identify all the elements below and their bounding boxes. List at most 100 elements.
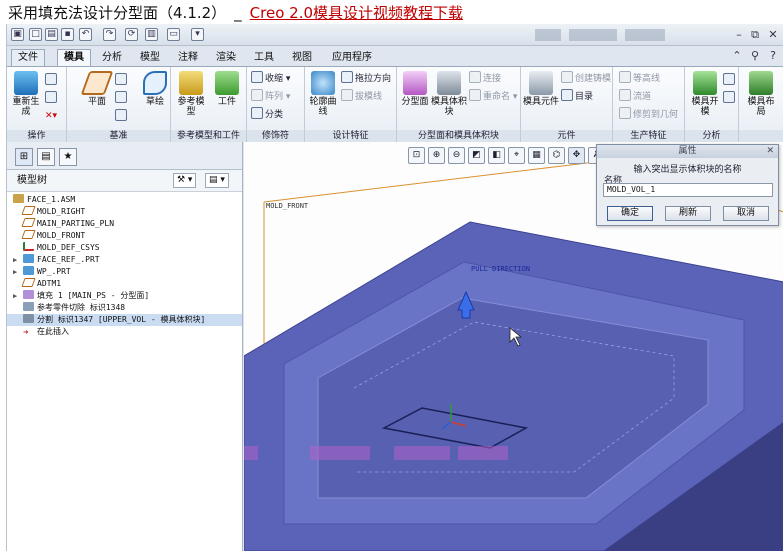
minimize-ribbon-icon[interactable]: ⌃ — [729, 48, 745, 63]
spin-center-icon[interactable]: ✥ — [568, 147, 585, 164]
copy-icon[interactable] — [45, 73, 59, 88]
customize-toolbar-icon[interactable]: ▾ — [191, 28, 204, 41]
ok-button[interactable]: 确定 — [607, 206, 653, 221]
refresh-button[interactable]: 刷新 — [665, 206, 711, 221]
csys-icon — [23, 242, 34, 251]
tree-item-mold-def-csys[interactable]: MOLD_DEF_CSYS — [7, 242, 242, 254]
view-manager-icon[interactable]: ▦ — [528, 147, 545, 164]
classify-button[interactable]: 分类 — [251, 107, 283, 122]
minimize-icon[interactable]: – — [731, 27, 747, 42]
tab-mold[interactable]: 模具 — [57, 49, 91, 66]
regenerate-icon[interactable]: ⟳ — [125, 28, 138, 41]
open-file-icon[interactable]: ▤ — [45, 28, 58, 41]
reference-model-button[interactable]: 参考模型 — [175, 69, 207, 125]
repaint-icon[interactable]: ◩ — [468, 147, 485, 164]
favorites-tab-icon[interactable]: ★ — [59, 148, 77, 166]
trim-to-geometry-button[interactable]: 修剪到几何 — [619, 107, 678, 122]
point-icon[interactable] — [115, 91, 129, 106]
tab-tools[interactable]: 工具 — [247, 49, 281, 66]
save-icon[interactable]: ▪ — [61, 28, 74, 41]
tree-item-main-parting-pln[interactable]: MAIN_PARTING_PLN — [7, 218, 242, 230]
help-icon[interactable]: ? — [765, 48, 781, 63]
rename-button[interactable]: 重命名 ▾ — [469, 89, 517, 104]
parting-surface-button[interactable]: 分型面 — [399, 69, 431, 125]
tree-item-insert-here[interactable]: ➜ 在此插入 — [7, 326, 242, 338]
blurred-title — [625, 29, 665, 41]
group-reference-model: 参考模型 工件 参考模型和工件 — [171, 67, 247, 143]
plane-button[interactable]: 平面 — [80, 69, 114, 125]
catalog-label: 目录 — [575, 92, 594, 102]
tree-item-fill-1[interactable]: ▶ 填充 1 [MAIN_PS - 分型面] — [7, 290, 242, 302]
pull-direction-button[interactable]: 拖拉方向 — [341, 71, 391, 86]
tree-item-adtm1[interactable]: ADTM1 — [7, 278, 242, 290]
expand-icon[interactable]: ▶ — [13, 266, 17, 278]
name-input[interactable]: MOLD_VOL_1 — [603, 183, 773, 197]
classify-icon — [251, 107, 263, 119]
tree-item-mold-right[interactable]: MOLD_RIGHT — [7, 206, 242, 218]
ribbon: 重新生成 ✕▾ 操作 平面 草绘 基准 参考模型 工件 参考模型和工件 收缩 ▾… — [7, 66, 783, 143]
new-file-icon[interactable]: □ — [29, 28, 42, 41]
paste-icon[interactable] — [45, 91, 59, 106]
refit-icon[interactable]: ⊡ — [408, 147, 425, 164]
workpiece-button[interactable]: 工件 — [211, 69, 243, 125]
pattern-button[interactable]: 阵列 ▾ — [251, 89, 290, 104]
merge-button[interactable]: 连接 — [469, 71, 501, 86]
tree-settings-icon[interactable]: ⚒ ▾ — [173, 173, 197, 188]
group-operations: 重新生成 ✕▾ 操作 — [7, 67, 67, 143]
mold-opening-button[interactable]: 模具开模 — [689, 69, 721, 125]
tree-show-icon[interactable]: ▤ ▾ — [205, 173, 229, 188]
tree-item-face-ref-prt[interactable]: ▶ FACE_REF_.PRT — [7, 254, 242, 266]
silhouette-curve-button[interactable]: 轮廓曲线 — [307, 69, 339, 125]
datum-display-icon[interactable]: ⌬ — [548, 147, 565, 164]
expand-icon[interactable]: ▶ — [13, 290, 17, 302]
shrinkage-button[interactable]: 收缩 ▾ — [251, 71, 290, 86]
zoom-in-icon[interactable]: ⊕ — [428, 147, 445, 164]
catalog-button[interactable]: 目录 — [561, 89, 593, 104]
tab-render[interactable]: 渲染 — [209, 49, 243, 66]
delete-icon[interactable]: ✕▾ — [45, 109, 57, 124]
draft-line-button[interactable]: 拔模线 — [341, 89, 382, 104]
tab-analysis[interactable]: 分析 — [95, 49, 129, 66]
zoom-out-icon[interactable]: ⊖ — [448, 147, 465, 164]
axis-icon[interactable] — [115, 73, 129, 88]
tab-view[interactable]: 视图 — [285, 49, 319, 66]
tree-item-label: MOLD_RIGHT — [37, 207, 86, 216]
pattern-icon — [251, 89, 263, 101]
tree-item-assembly[interactable]: FACE_1.ASM — [7, 194, 242, 206]
expand-icon[interactable]: ▶ — [13, 254, 17, 266]
analysis-tool-icon[interactable] — [723, 73, 737, 88]
tab-applications[interactable]: 应用程序 — [325, 49, 379, 66]
csys-small-icon[interactable] — [115, 109, 129, 124]
mold-layout-button[interactable]: 模具布局 — [745, 69, 777, 125]
saved-orientations-icon[interactable]: ⌖ — [508, 147, 525, 164]
tab-annotate[interactable]: 注释 — [171, 49, 205, 66]
mold-volume-button[interactable]: 模具体积块 — [431, 69, 467, 125]
sketch-button[interactable]: 草绘 — [139, 69, 171, 125]
redo-icon[interactable]: ↷ — [103, 28, 116, 41]
create-casting-button[interactable]: 创建铸模 — [561, 71, 611, 86]
display-style-icon[interactable]: ◧ — [488, 147, 505, 164]
cancel-button[interactable]: 取消 — [723, 206, 769, 221]
close-icon[interactable]: ✕ — [765, 27, 781, 42]
thickness-check-icon[interactable] — [723, 91, 737, 106]
mold-component-button[interactable]: 模具元件 — [523, 69, 559, 125]
folder-browser-tab-icon[interactable]: ▤ — [37, 148, 55, 166]
runner-button[interactable]: 流道 — [619, 89, 651, 104]
restore-icon[interactable]: ⧉ — [747, 27, 763, 42]
tab-model[interactable]: 模型 — [133, 49, 167, 66]
page-header: 采用填充法设计分型面（4.1.2） _ Creo 2.0模具设计视频教程下载 — [0, 0, 783, 24]
regenerate-button[interactable]: 重新生成 — [9, 69, 43, 125]
model-tree-tab-icon[interactable]: ⊞ — [15, 148, 33, 166]
download-link[interactable]: Creo 2.0模具设计视频教程下载 — [250, 4, 463, 22]
contour-button[interactable]: 等高线 — [619, 71, 660, 86]
search-icon[interactable]: ⚲ — [747, 48, 763, 63]
tree-item-mold-front[interactable]: MOLD_FRONT — [7, 230, 242, 242]
windows-icon[interactable]: ▥ — [145, 28, 158, 41]
close-window-icon[interactable]: ▭ — [167, 28, 180, 41]
tree-item-wp-prt[interactable]: ▶ WP_.PRT — [7, 266, 242, 278]
undo-icon[interactable]: ↶ — [79, 28, 92, 41]
tab-file[interactable]: 文件 — [11, 49, 45, 66]
tree-item-split[interactable]: 分割 标识1347 [UPPER_VOL - 模具体积块] — [7, 314, 242, 326]
dialog-close-icon[interactable]: ✕ — [766, 145, 774, 158]
tree-item-ref-part-cutout[interactable]: 参考零件切除 标识1348 — [7, 302, 242, 314]
